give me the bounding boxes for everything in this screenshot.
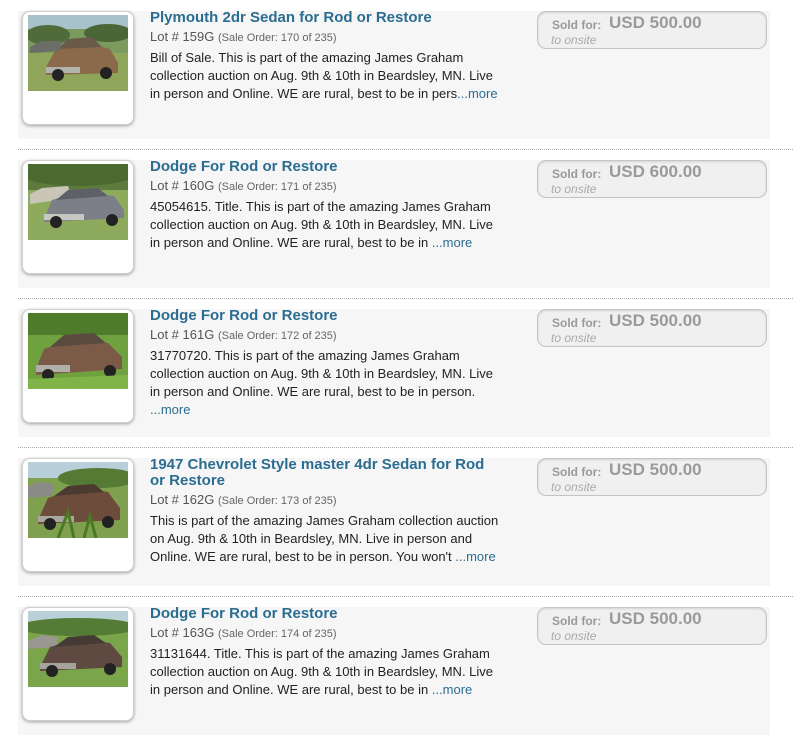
description-text: This is part of the amazing James Graham… [150,513,499,564]
sold-price: USD 500.00 [609,460,702,479]
lot-number: Lot # 161G [150,327,215,342]
car-photo [28,15,128,91]
sold-label: Sold for: [552,614,602,628]
lot-description: This is part of the amazing James Graham… [150,512,500,566]
sold-price: USD 500.00 [609,311,702,330]
sold-price: USD 500.00 [609,13,702,32]
lot-number: Lot # 159G [150,29,215,44]
sold-price: USD 600.00 [609,162,702,181]
lot-description: Bill of Sale. This is part of the amazin… [150,49,500,103]
lot-thumbnail-link[interactable] [22,160,134,274]
description-text: 31770720. This is part of the amazing Ja… [150,348,494,399]
car-photo [28,611,128,687]
sold-to: to onsite [551,480,597,494]
sale-order: (Sale Order: 173 of 235) [217,495,337,507]
lot-thumbnail-link[interactable] [22,11,134,125]
lot-number-line: Lot # 163G (Sale Order: 174 of 235) [150,625,500,642]
lot-description: 45054615. Title. This is part of the ama… [150,198,500,252]
divider [18,447,793,448]
more-link[interactable]: ...more [455,549,495,564]
lot-description: 31770720. This is part of the amazing Ja… [150,347,500,419]
lot-item: Dodge For Rod or Restore Lot # 163G (Sal… [18,606,770,743]
car-photo [28,462,128,538]
lot-info: 1947 Chevrolet Style master 4dr Sedan fo… [150,457,500,566]
lot-info: Plymouth 2dr Sedan for Rod or Restore Lo… [150,10,500,103]
lot-number-line: Lot # 162G (Sale Order: 173 of 235) [150,492,500,509]
lot-description: 31131644. Title. This is part of the ama… [150,645,500,699]
lot-item: 1947 Chevrolet Style master 4dr Sedan fo… [18,457,793,597]
sold-label: Sold for: [552,316,602,330]
lot-number-line: Lot # 160G (Sale Order: 171 of 235) [150,178,500,195]
sold-to: to onsite [551,629,597,643]
sale-order: (Sale Order: 171 of 235) [217,181,337,193]
lot-item: Plymouth 2dr Sedan for Rod or Restore Lo… [18,10,793,150]
lot-thumbnail-link[interactable] [22,607,134,721]
car-photo [28,313,128,389]
sold-price-box: Sold for: USD 500.00 to onsite [537,607,767,645]
more-link[interactable]: ...more [432,682,472,697]
lot-number: Lot # 162G [150,492,215,507]
sale-order: (Sale Order: 172 of 235) [217,330,337,342]
sale-order: (Sale Order: 174 of 235) [217,628,337,640]
divider [18,298,793,299]
more-link[interactable]: ...more [457,86,497,101]
lot-number-line: Lot # 161G (Sale Order: 172 of 235) [150,327,500,344]
sold-to: to onsite [551,33,597,47]
lot-title-link[interactable]: Dodge For Rod or Restore [150,606,500,622]
lot-title-link[interactable]: 1947 Chevrolet Style master 4dr Sedan fo… [150,457,500,489]
sold-label: Sold for: [552,465,602,479]
divider [18,149,793,150]
lot-info: Dodge For Rod or Restore Lot # 160G (Sal… [150,159,500,252]
lot-title-link[interactable]: Dodge For Rod or Restore [150,308,500,324]
sale-order: (Sale Order: 170 of 235) [217,32,337,44]
lot-thumbnail-link[interactable] [22,458,134,572]
lot-title-link[interactable]: Dodge For Rod or Restore [150,159,500,175]
sold-price-box: Sold for: USD 500.00 to onsite [537,458,767,496]
more-link[interactable]: ...more [150,402,190,417]
sold-price-box: Sold for: USD 500.00 to onsite [537,309,767,347]
car-photo [28,164,128,240]
lot-thumbnail-link[interactable] [22,309,134,423]
divider [18,596,793,597]
lot-number: Lot # 160G [150,178,215,193]
sold-label: Sold for: [552,167,602,181]
lot-item: Dodge For Rod or Restore Lot # 161G (Sal… [18,308,793,448]
sold-price-box: Sold for: USD 600.00 to onsite [537,160,767,198]
lot-info: Dodge For Rod or Restore Lot # 163G (Sal… [150,606,500,699]
lot-item: Dodge For Rod or Restore Lot # 160G (Sal… [18,159,793,299]
sold-price: USD 500.00 [609,609,702,628]
lot-info: Dodge For Rod or Restore Lot # 161G (Sal… [150,308,500,419]
sold-label: Sold for: [552,18,602,32]
lot-number: Lot # 163G [150,625,215,640]
lot-number-line: Lot # 159G (Sale Order: 170 of 235) [150,29,500,46]
description-text: Bill of Sale. This is part of the amazin… [150,50,494,101]
lot-title-link[interactable]: Plymouth 2dr Sedan for Rod or Restore [150,10,500,26]
sold-price-box: Sold for: USD 500.00 to onsite [537,11,767,49]
more-link[interactable]: ...more [432,235,472,250]
sold-to: to onsite [551,182,597,196]
sold-to: to onsite [551,331,597,345]
